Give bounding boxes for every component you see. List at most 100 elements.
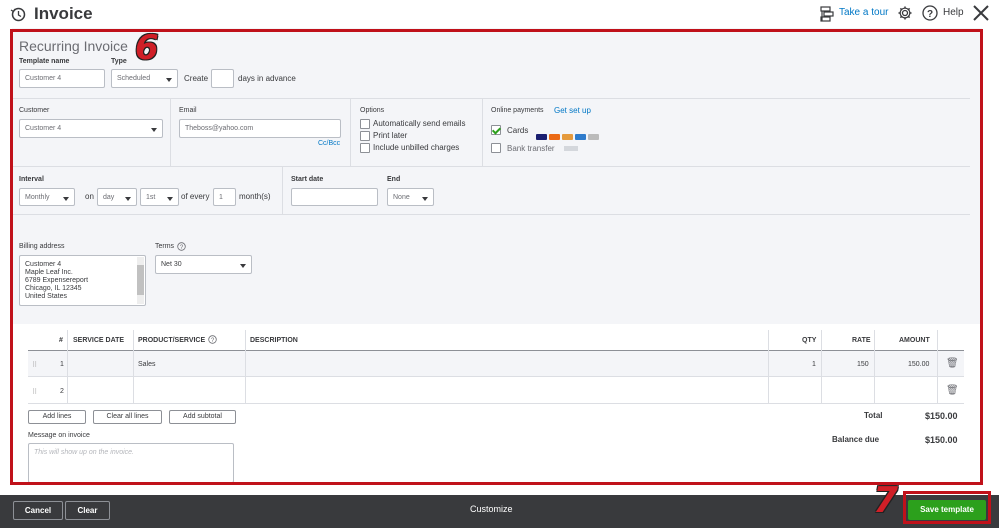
billing-line: United States bbox=[25, 293, 68, 300]
col-divider bbox=[245, 330, 246, 404]
total-value: $150.00 bbox=[925, 411, 958, 421]
days-in-advance-label: days in advance bbox=[238, 74, 296, 83]
row-amount[interactable]: 150.00 bbox=[908, 361, 929, 368]
terms-label: Terms bbox=[155, 243, 175, 250]
get-set-up-link[interactable]: Get set up bbox=[554, 106, 591, 115]
cc-bcc-link[interactable]: Cc/Bcc bbox=[318, 140, 340, 147]
drag-handle-icon[interactable]: ⠿ bbox=[32, 388, 37, 396]
drag-handle-icon[interactable]: ⠿ bbox=[32, 361, 37, 369]
trash-icon[interactable]: 🗑 bbox=[946, 358, 959, 369]
balance-due-label: Balance due bbox=[832, 435, 880, 444]
customer-select[interactable]: Customer 4 bbox=[19, 119, 163, 138]
divider bbox=[12, 214, 970, 215]
tour-icon[interactable] bbox=[820, 6, 834, 22]
bank-transfer-label: Bank transfer bbox=[507, 144, 555, 153]
include-unbilled-label: Include unbilled charges bbox=[373, 143, 460, 152]
col-divider bbox=[874, 330, 875, 404]
mastercard-icon bbox=[549, 134, 560, 140]
help-label[interactable]: Help bbox=[943, 7, 964, 18]
of-every-input[interactable]: 1 bbox=[213, 188, 236, 206]
col-divider bbox=[768, 330, 769, 404]
take-a-tour-link[interactable]: Take a tour bbox=[839, 7, 888, 18]
email-label: Email bbox=[179, 107, 197, 114]
row-num: 2 bbox=[60, 388, 64, 395]
scrollbar[interactable] bbox=[137, 257, 144, 304]
col-description: DESCRIPTION bbox=[250, 337, 298, 344]
close-icon[interactable] bbox=[972, 4, 990, 22]
applepay-icon bbox=[588, 134, 599, 140]
footer-bar: Cancel Clear Customize bbox=[0, 495, 999, 528]
cards-label: Cards bbox=[507, 126, 529, 135]
add-lines-button[interactable]: Add lines bbox=[28, 410, 86, 424]
template-name-input[interactable]: Customer 4 bbox=[19, 69, 105, 88]
message-label: Message on invoice bbox=[28, 432, 90, 439]
on-day-select[interactable]: day bbox=[97, 188, 137, 206]
table-header: # SERVICE DATE PRODUCT/SERVICE DESCRIPTI… bbox=[28, 330, 964, 350]
info-icon[interactable]: ? bbox=[177, 242, 186, 251]
divider bbox=[12, 166, 970, 167]
on-label: on bbox=[85, 192, 94, 201]
email-input[interactable]: Theboss@yahoo.com bbox=[179, 119, 341, 138]
col-divider bbox=[937, 330, 938, 404]
info-icon[interactable]: ? bbox=[208, 335, 217, 344]
start-date-label: Start date bbox=[291, 176, 324, 183]
months-label: month(s) bbox=[239, 192, 271, 201]
options-label: Options bbox=[360, 107, 385, 114]
form-heading: Recurring Invoice bbox=[19, 38, 128, 54]
auto-send-emails-checkbox[interactable] bbox=[360, 119, 370, 129]
end-select[interactable]: None bbox=[387, 188, 434, 206]
create-days-input[interactable] bbox=[211, 69, 234, 88]
row-num: 1 bbox=[60, 361, 64, 368]
print-later-checkbox[interactable] bbox=[360, 131, 370, 141]
total-label: Total bbox=[864, 411, 883, 420]
col-product-service: PRODUCT/SERVICE bbox=[138, 337, 206, 344]
add-subtotal-button[interactable]: Add subtotal bbox=[169, 410, 236, 424]
print-later-label: Print later bbox=[373, 131, 408, 140]
include-unbilled-checkbox[interactable] bbox=[360, 143, 370, 153]
divider bbox=[170, 98, 171, 166]
amex-icon bbox=[575, 134, 586, 140]
row-rate[interactable]: 150 bbox=[857, 361, 869, 368]
gear-icon[interactable] bbox=[897, 5, 913, 21]
billing-address-label: Billing address bbox=[19, 243, 65, 250]
help-icon[interactable]: ? bbox=[922, 5, 938, 21]
clear-all-lines-button[interactable]: Clear all lines bbox=[93, 410, 162, 424]
interval-select[interactable]: Monthly bbox=[19, 188, 75, 206]
divider bbox=[482, 98, 483, 166]
bank-icon bbox=[564, 146, 578, 151]
row-product[interactable]: Sales bbox=[138, 361, 156, 368]
cancel-button[interactable]: Cancel bbox=[13, 501, 63, 520]
of-every-label: of every bbox=[181, 192, 210, 201]
terms-select[interactable]: Net 30 bbox=[155, 255, 252, 274]
discover-icon bbox=[562, 134, 573, 140]
type-label: Type bbox=[111, 58, 127, 65]
clear-button[interactable]: Clear bbox=[65, 501, 110, 520]
on-ordinal-select[interactable]: 1st bbox=[140, 188, 179, 206]
col-rate: RATE bbox=[852, 337, 871, 344]
billing-address-textarea[interactable]: Customer 4 Maple Leaf Inc. 6789 Expenser… bbox=[19, 255, 146, 306]
table-row[interactable]: ⠿ 2 🗑 bbox=[28, 378, 964, 404]
table-row[interactable]: ⠿ 1 Sales 1 150 150.00 🗑 bbox=[28, 351, 964, 377]
col-divider bbox=[133, 330, 134, 404]
online-payments-label: Online payments bbox=[491, 107, 544, 114]
customize-button[interactable]: Customize bbox=[470, 504, 513, 514]
save-template-button[interactable]: Save template bbox=[908, 500, 986, 520]
type-select[interactable]: Scheduled bbox=[111, 69, 178, 88]
header-bar: Invoice Take a tour ? Help bbox=[0, 0, 999, 28]
message-textarea[interactable]: This will show up on the invoice. bbox=[28, 443, 234, 483]
col-amount: AMOUNT bbox=[899, 337, 930, 344]
svg-text:?: ? bbox=[927, 9, 933, 20]
bank-transfer-checkbox[interactable] bbox=[491, 143, 501, 153]
row-qty[interactable]: 1 bbox=[812, 361, 816, 368]
trash-icon[interactable]: 🗑 bbox=[946, 385, 959, 396]
history-icon[interactable] bbox=[10, 6, 26, 22]
cards-checkbox[interactable] bbox=[491, 125, 501, 135]
visa-icon bbox=[536, 134, 547, 140]
col-divider bbox=[67, 330, 68, 404]
col-service-date: SERVICE DATE bbox=[73, 337, 125, 344]
start-date-input[interactable] bbox=[291, 188, 378, 206]
billing-line: Customer 4 bbox=[25, 261, 62, 268]
col-qty: QTY bbox=[802, 337, 817, 344]
divider bbox=[12, 98, 970, 99]
step-number-annotation: 7 bbox=[873, 480, 899, 521]
